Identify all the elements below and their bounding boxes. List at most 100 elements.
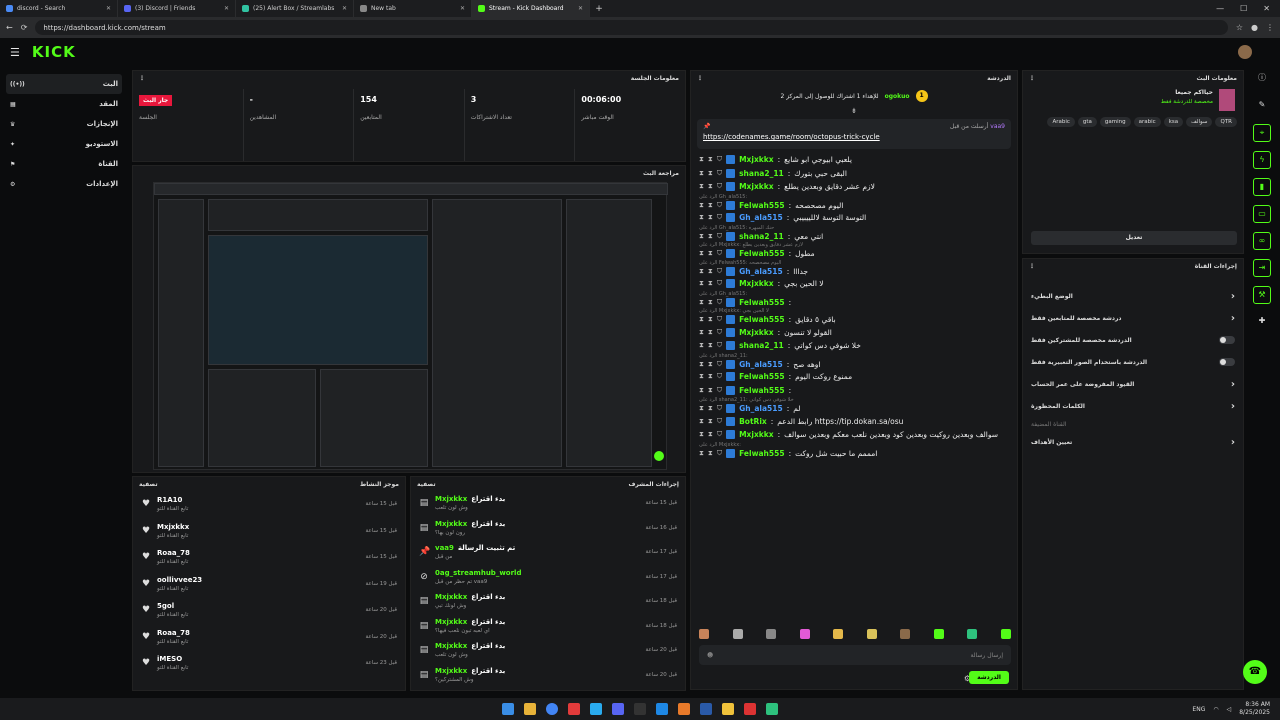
chat-message[interactable]: ⧗ ⧗ ⛉ shana2_11: انتي معي <box>699 231 1009 243</box>
stream-tag[interactable]: ksa <box>1163 117 1184 127</box>
chat-message[interactable]: ⧗ ⧗ ⛉ Felwah555: مطول <box>699 248 1009 260</box>
ban-user-icon[interactable]: ⧗ <box>708 169 713 178</box>
folder-icon[interactable] <box>722 703 734 715</box>
ban-user-icon[interactable]: ⧗ <box>708 328 713 337</box>
sidebar-item[interactable]: ⚙ الإعدادات <box>6 174 122 194</box>
chat-message[interactable]: ⧗ ⧗ ⛉ Gh_ala515: جدااا <box>699 266 1009 278</box>
ban-user-icon[interactable]: ⧗ <box>708 417 713 426</box>
mod-user[interactable]: vaa9 <box>435 544 454 552</box>
close-window-icon[interactable]: ✕ <box>1263 4 1270 13</box>
browser-tab[interactable]: (25) Alert Box / Streamlabs ✕ <box>236 0 354 17</box>
browser-tab[interactable]: Stream - Kick Dashboard ✕ <box>472 0 590 17</box>
send-chat-button[interactable]: الدردشة <box>969 671 1009 684</box>
ban-user-icon[interactable]: ⧗ <box>708 449 713 458</box>
filter-button[interactable]: تصفية <box>139 481 158 488</box>
chat-username[interactable]: Gh_ala515 <box>739 213 783 222</box>
menu-icon[interactable]: ⋮ <box>1266 23 1274 32</box>
channel-action-row[interactable]: الدردشة مخصصة للمشتركين فقط <box>1023 329 1243 351</box>
channel-action-row[interactable]: الوضع البطيء › <box>1023 285 1243 307</box>
follower-name[interactable]: Mxjxkkx <box>157 523 360 531</box>
stream-tag[interactable]: gta <box>1077 117 1097 127</box>
browser-tab[interactable]: New tab ✕ <box>354 0 472 17</box>
chat-username[interactable]: Gh_ala515 <box>739 267 783 276</box>
ban-user-icon[interactable]: ⧗ <box>708 249 713 258</box>
sidebar-item[interactable]: ✦ الاستوديو <box>6 134 122 154</box>
timeout-icon[interactable]: ⧗ <box>699 182 704 191</box>
chat-username[interactable]: Felwah555 <box>739 449 784 458</box>
chat-input[interactable]: ☻ إرسال رسالة <box>699 645 1011 665</box>
chat-message[interactable]: ⧗ ⧗ ⛉ Mxjxkkx: لا الحين بجي <box>699 277 1009 291</box>
puzzle-icon[interactable]: ✚ <box>1253 313 1271 331</box>
timeout-icon[interactable]: ⧗ <box>699 430 704 439</box>
timeout-icon[interactable]: ⧗ <box>699 341 704 350</box>
stream-tag[interactable]: arabic <box>1133 117 1161 127</box>
follower-name[interactable]: Roaa_78 <box>157 549 360 557</box>
capture-icon[interactable] <box>744 703 756 715</box>
chat-username[interactable]: BotRix <box>739 417 767 426</box>
edit-icon[interactable]: ✎ <box>1253 97 1271 115</box>
mod-user[interactable]: Mxjxkkx <box>435 593 467 601</box>
collapse-icon[interactable]: ⇟ <box>691 107 1017 115</box>
follower-name[interactable]: Roaa_78 <box>157 629 360 637</box>
ban-user-icon[interactable]: ⧗ <box>708 360 713 369</box>
youtube-icon[interactable] <box>568 703 580 715</box>
ban-user-icon[interactable]: ⧗ <box>708 386 713 395</box>
emote-icon[interactable] <box>766 629 777 639</box>
timeout-icon[interactable]: ⧗ <box>699 417 704 426</box>
security-icon[interactable] <box>700 703 712 715</box>
timeout-icon[interactable]: ⧗ <box>699 232 704 241</box>
chat-username[interactable]: Mxjxkkx <box>739 279 774 288</box>
mod-user[interactable]: Mxjxkkx <box>435 667 467 675</box>
stream-tag[interactable]: gaming <box>1099 117 1131 127</box>
emote-icon[interactable] <box>967 629 978 639</box>
stream-preview-video[interactable] <box>153 182 668 470</box>
ban-user-icon[interactable]: ⧗ <box>708 430 713 439</box>
sidebar-item[interactable]: ⚑ القناة <box>6 154 122 174</box>
timeout-icon[interactable]: ⧗ <box>699 155 704 164</box>
drag-handle-icon[interactable]: ⋮ <box>139 75 145 82</box>
chat-message[interactable]: ⧗ ⧗ ⛉ Felwah555: ممنوع روكت اليوم <box>699 370 1009 384</box>
channel-action-row[interactable]: القيود المفروضة على عمر الحساب › <box>1023 373 1243 395</box>
ban-user-icon[interactable]: ⧗ <box>708 372 713 381</box>
ban-user-icon[interactable]: ⧗ <box>708 232 713 241</box>
follower-name[interactable]: 5gol <box>157 602 360 610</box>
ban-user-icon[interactable]: ⧗ <box>708 315 713 324</box>
emote-icon[interactable] <box>866 629 877 639</box>
stream-tag[interactable]: Arabic <box>1047 117 1075 127</box>
chat-message[interactable]: ⧗ ⧗ ⛉ Mxjxkkx: القولو لا تنسون <box>699 326 1009 340</box>
channel-action-row[interactable]: الدردشة باستخدام الصور التعبيرية فقط <box>1023 351 1243 373</box>
chat-message[interactable]: ⧗ ⧗ ⛉ Felwah555: باقي ٥ دقايق <box>699 314 1009 326</box>
pinned-link[interactable]: https://codenames.game/room/octopus-tric… <box>703 133 1005 141</box>
sidebar-item[interactable]: ♛ الإنجازات <box>6 114 122 134</box>
timeout-icon[interactable]: ⧗ <box>699 372 704 381</box>
app-icon[interactable] <box>678 703 690 715</box>
ban-user-icon[interactable]: ⧗ <box>708 182 713 191</box>
ban-user-icon[interactable]: ⧗ <box>708 213 713 222</box>
url-field[interactable]: https://dashboard.kick.com/stream <box>35 20 1228 35</box>
timeout-icon[interactable]: ⧗ <box>699 404 704 413</box>
chat-username[interactable]: Gh_ala515 <box>739 360 783 369</box>
chat-message[interactable]: ⧗ ⧗ ⛉ Felwah555: امممم ما حبيت شل روكت <box>699 448 1009 460</box>
app2-icon[interactable] <box>766 703 778 715</box>
ban-user-icon[interactable]: ⧗ <box>708 267 713 276</box>
chat-message[interactable]: ⧗ ⧗ ⛉ Mxjxkkx: لازم عشر دقايق وبعدين يطلع <box>699 180 1009 194</box>
timeout-icon[interactable]: ⧗ <box>699 298 704 307</box>
wrench-icon[interactable]: ⚒ <box>1253 286 1271 304</box>
chat-username[interactable]: Gh_ala515 <box>739 404 783 413</box>
chat-username[interactable]: shana2_11 <box>739 341 784 350</box>
ban-user-icon[interactable]: ⧗ <box>708 404 713 413</box>
panel-menu-icon[interactable]: ⋮ <box>1029 75 1035 82</box>
clock[interactable]: 8:36 AM 8/25/2025 <box>1239 701 1270 717</box>
timeout-icon[interactable]: ⧗ <box>699 449 704 458</box>
support-chat-button[interactable]: ☎ <box>1243 660 1267 684</box>
edge-icon[interactable] <box>656 703 668 715</box>
chat-username[interactable]: Felwah555 <box>739 249 784 258</box>
avatar[interactable] <box>1238 45 1252 59</box>
ban-user-icon[interactable]: ⧗ <box>708 201 713 210</box>
chat-message[interactable]: ⧗ ⧗ ⛉ shana2_11: البقى حبي بتورك <box>699 167 1009 181</box>
stream-category[interactable]: مخصصة للدردشة فقط <box>1161 99 1213 105</box>
browser-tab[interactable]: (3) Discord | Friends ✕ <box>118 0 236 17</box>
file-explorer-icon[interactable] <box>524 703 536 715</box>
ban-user-icon[interactable]: ⧗ <box>708 155 713 164</box>
back-icon[interactable]: ← <box>6 23 13 32</box>
